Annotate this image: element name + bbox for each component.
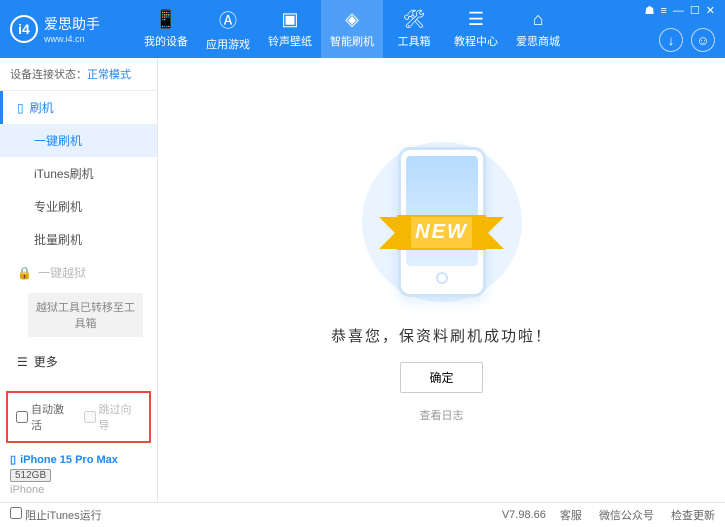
nav-toolbox[interactable]: 🛠工具箱 bbox=[383, 0, 445, 58]
more-icon: ☰ bbox=[17, 355, 28, 369]
device-info: ▯ iPhone 15 Pro Max 512GB iPhone bbox=[0, 447, 157, 502]
menu-other-tools[interactable]: 其他工具 bbox=[0, 378, 157, 387]
profile-button[interactable]: ☺ bbox=[691, 28, 715, 52]
success-message: 恭喜您，保资料刷机成功啦！ bbox=[331, 325, 552, 346]
app-logo: i4 爱思助手 www.i4.cn bbox=[10, 14, 135, 44]
menu-batch-flash[interactable]: 批量刷机 bbox=[0, 223, 157, 256]
auto-activate-checkbox[interactable]: 自动激活 bbox=[16, 401, 74, 433]
menu-group-flash[interactable]: ▯刷机 bbox=[0, 91, 157, 124]
new-ribbon: NEW bbox=[397, 215, 486, 250]
logo-icon: i4 bbox=[10, 15, 38, 43]
device-storage: 512GB bbox=[10, 469, 51, 482]
nav-apps-games[interactable]: Ⓐ应用游戏 bbox=[197, 0, 259, 58]
nav-ringtone[interactable]: ▣铃声壁纸 bbox=[259, 0, 321, 58]
skip-guide-checkbox[interactable]: 跳过向导 bbox=[84, 401, 142, 433]
menu-icon[interactable]: ≡ bbox=[660, 5, 666, 17]
block-itunes-checkbox[interactable]: 阻止iTunes运行 bbox=[10, 507, 102, 523]
minimize-icon[interactable]: — bbox=[673, 5, 684, 17]
menu-group-more[interactable]: ☰更多 bbox=[0, 345, 157, 378]
menu-itunes-flash[interactable]: iTunes刷机 bbox=[0, 157, 157, 190]
device-name: iPhone 15 Pro Max bbox=[20, 454, 118, 466]
device-icon: 📱 bbox=[155, 9, 177, 30]
device-type: iPhone bbox=[10, 484, 147, 496]
menu-pro-flash[interactable]: 专业刷机 bbox=[0, 190, 157, 223]
nav-smart-flash[interactable]: ◈智能刷机 bbox=[321, 0, 383, 58]
menu-group-jailbreak: 🔒一键越狱 bbox=[0, 256, 157, 289]
lock-icon[interactable]: ☗ bbox=[645, 4, 655, 17]
tutorial-icon: ☰ bbox=[468, 9, 484, 30]
apps-icon: Ⓐ bbox=[219, 7, 237, 33]
store-icon: ⌂ bbox=[533, 9, 544, 30]
nav-store[interactable]: ⌂爱思商城 bbox=[507, 0, 569, 58]
download-button[interactable]: ↓ bbox=[659, 28, 683, 52]
ringtone-icon: ▣ bbox=[281, 9, 298, 30]
menu-one-key-flash[interactable]: 一键刷机 bbox=[0, 124, 157, 157]
close-icon[interactable]: ✕ bbox=[706, 4, 715, 17]
success-illustration: NEW bbox=[352, 137, 532, 307]
jailbreak-note: 越狱工具已转移至工具箱 bbox=[28, 293, 143, 337]
phone-icon: ▯ bbox=[17, 101, 24, 115]
nav-my-device[interactable]: 📱我的设备 bbox=[135, 0, 197, 58]
device-small-icon: ▯ bbox=[10, 453, 16, 466]
footer-wechat[interactable]: 微信公众号 bbox=[599, 510, 654, 522]
ok-button[interactable]: 确定 bbox=[400, 362, 482, 393]
connection-status: 设备连接状态：正常模式 bbox=[0, 58, 157, 91]
footer-update[interactable]: 检查更新 bbox=[671, 510, 715, 522]
version-label: V7.98.66 bbox=[502, 509, 546, 521]
view-log-link[interactable]: 查看日志 bbox=[420, 407, 464, 423]
app-site: www.i4.cn bbox=[44, 34, 100, 44]
app-name: 爱思助手 bbox=[44, 14, 100, 34]
maximize-icon[interactable]: ☐ bbox=[690, 4, 700, 17]
footer-service[interactable]: 客服 bbox=[560, 510, 582, 522]
flash-icon: ◈ bbox=[345, 9, 359, 30]
options-highlight-box: 自动激活 跳过向导 bbox=[6, 391, 151, 443]
toolbox-icon: 🛠 bbox=[403, 9, 426, 30]
lock-icon: 🔒 bbox=[17, 266, 32, 280]
nav-tutorial[interactable]: ☰教程中心 bbox=[445, 0, 507, 58]
